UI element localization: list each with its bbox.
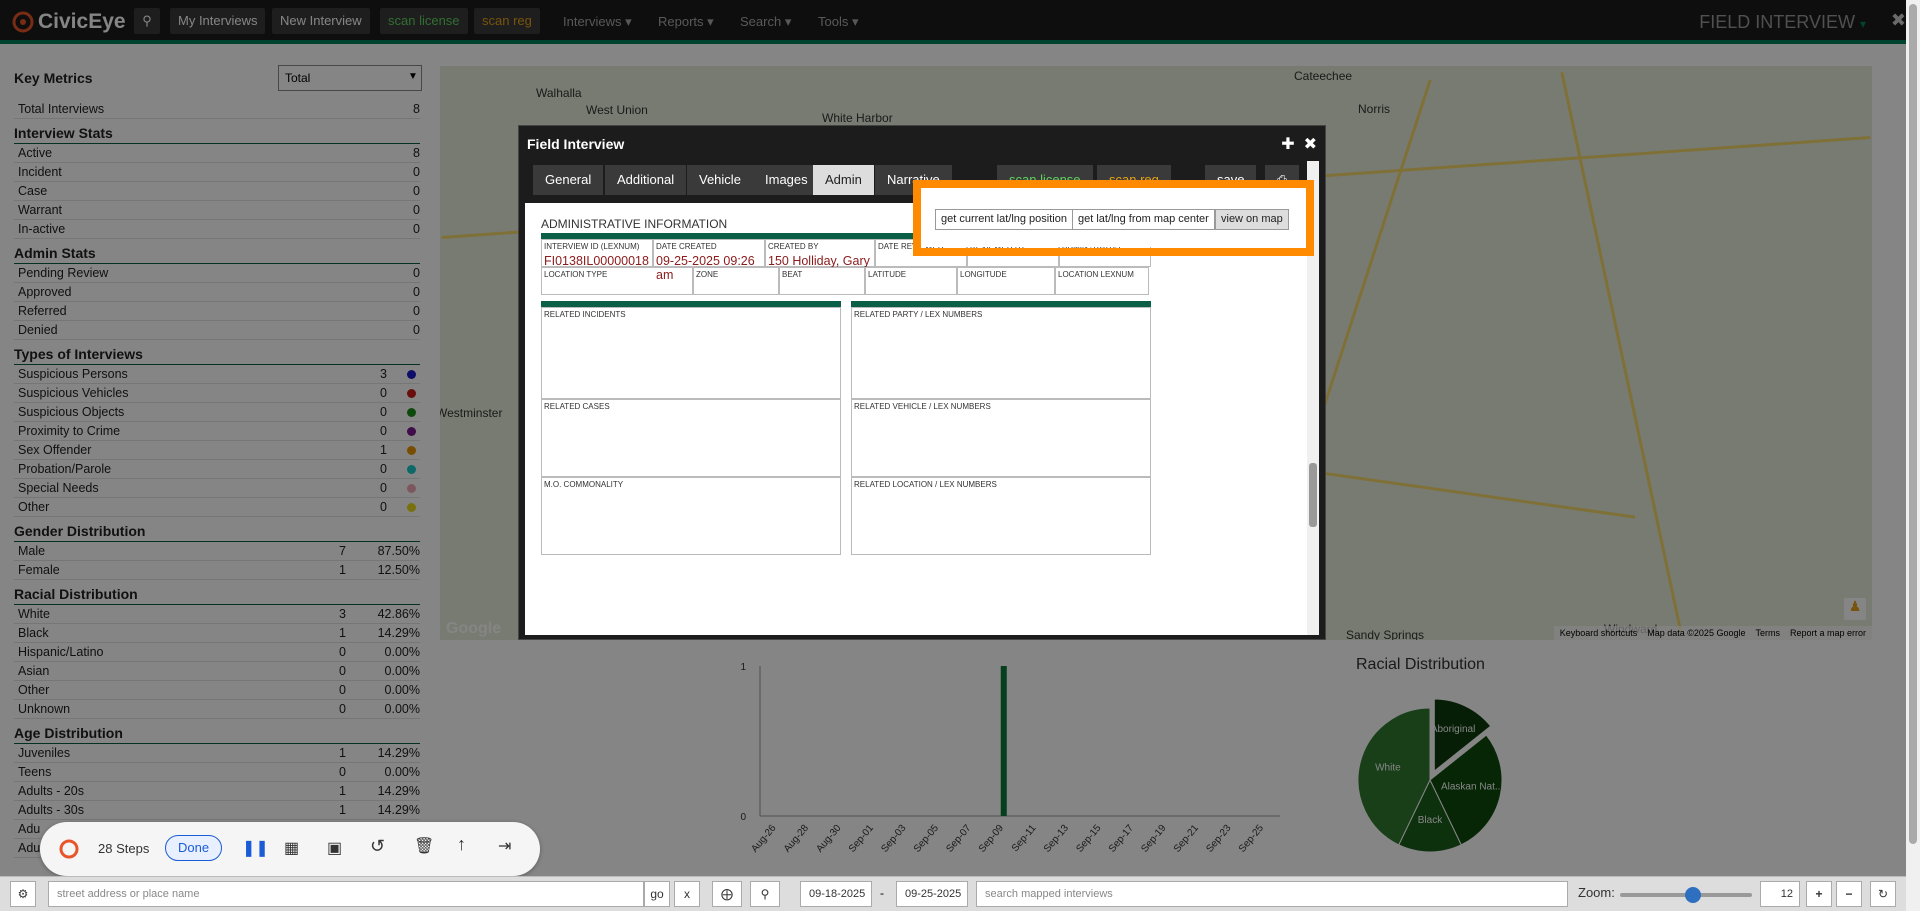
pause-icon[interactable]: ❚❚ [242, 838, 269, 858]
field-label: DATE CREATED [656, 242, 717, 251]
related-box[interactable]: RELATED LOCATION / LEX NUMBERS [851, 477, 1151, 555]
page-scrollbar[interactable] [1906, 0, 1920, 911]
admin-field[interactable]: INTERVIEW ID (LEXNUM) FI0138IL00000018 [541, 239, 653, 268]
field-label: LOCATION LEXNUM [1058, 270, 1134, 279]
plus-icon[interactable]: ✚ [1281, 136, 1294, 153]
zoom-in-button[interactable]: + [1806, 881, 1832, 907]
go-button[interactable]: go [644, 881, 670, 907]
gear-icon[interactable]: ⚙ [10, 881, 36, 907]
dialog-title: Field Interview [527, 136, 625, 152]
location-field[interactable]: LOCATION LEXNUM [1055, 267, 1149, 295]
zoom-slider-thumb[interactable] [1684, 887, 1701, 903]
view-on-map-button[interactable]: view on map [1215, 209, 1289, 230]
image-icon[interactable]: ▣ [327, 838, 342, 858]
recorder-logo-icon [59, 839, 79, 859]
section-title: ADMINISTRATIVE INFORMATION [541, 217, 728, 231]
tab-admin[interactable]: Admin [813, 165, 874, 195]
date-from-input[interactable]: 09-18-2025 [800, 881, 872, 907]
field-value: 150 Holliday, Gary [768, 254, 870, 268]
related-box[interactable]: RELATED INCIDENTS [541, 307, 841, 399]
tab-general[interactable]: General [533, 165, 604, 195]
step-recorder-bar: 28 Steps Done ❚❚ ▦ ▣ ↺ 🗑 ↑ ⇥ [40, 822, 540, 876]
tab-vehicle[interactable]: Vehicle [687, 165, 753, 195]
related-box[interactable]: RELATED CASES [541, 399, 841, 477]
zoom-value[interactable]: 12 [1760, 881, 1800, 907]
trash-icon[interactable]: 🗑 [414, 836, 434, 856]
field-label: BEAT [782, 270, 803, 279]
zoom-slider[interactable] [1620, 887, 1752, 903]
zoom-out-button[interactable]: − [1836, 881, 1862, 907]
bottom-toolbar: ⚙ street address or place name go x ⨁ ⚲ … [0, 876, 1920, 911]
related-box[interactable]: M.O. COMMONALITY [541, 477, 841, 555]
search-interviews-input[interactable]: search mapped interviews [976, 881, 1568, 907]
field-label: LONGITUDE [960, 270, 1007, 279]
date-separator: - [880, 886, 884, 900]
location-field[interactable]: LOCATION TYPE [541, 267, 693, 295]
zoom-label: Zoom: [1578, 885, 1615, 900]
admin-field[interactable]: CREATED BY 150 Holliday, Gary [765, 239, 875, 268]
date-to-input[interactable]: 09-25-2025 [896, 881, 968, 907]
field-label: LOCATION TYPE [544, 270, 608, 279]
field-label: INTERVIEW ID (LEXNUM) [544, 242, 640, 251]
field-label: CREATED BY [768, 242, 819, 251]
location-field[interactable]: LONGITUDE [957, 267, 1055, 295]
field-value: FI0138IL00000018 [544, 254, 649, 268]
skip-icon[interactable]: ⇥ [498, 836, 511, 856]
refresh-icon[interactable]: ↻ [1870, 881, 1896, 907]
scrollbar-thumb[interactable] [1309, 463, 1317, 527]
undo-icon[interactable]: ↺ [370, 836, 385, 857]
page-scrollbar-thumb[interactable] [1909, 4, 1917, 844]
blur-icon[interactable]: ▦ [284, 838, 299, 858]
get-latlng-map-center-button[interactable]: get lat/lng from map center [1072, 209, 1215, 230]
share-icon[interactable]: ↑ [457, 834, 466, 855]
field-label: ZONE [696, 270, 719, 279]
location-field[interactable]: BEAT [779, 267, 865, 295]
dialog-controls: ✚ ✖ [1281, 134, 1317, 154]
get-current-latlng-button[interactable]: get current lat/lng position [935, 209, 1073, 230]
clear-button[interactable]: x [674, 881, 700, 907]
crosshair-icon[interactable]: ⨁ [712, 881, 742, 907]
location-field[interactable]: LATITUDE [865, 267, 957, 295]
related-box[interactable]: RELATED PARTY / LEX NUMBERS [851, 307, 1151, 399]
location-pin-icon[interactable]: ⚲ [750, 881, 780, 907]
tab-additional[interactable]: Additional [605, 165, 687, 195]
tab-images[interactable]: Images [753, 165, 820, 195]
admin-field[interactable]: DATE CREATED 09-25-2025 09:26 am [653, 239, 765, 282]
done-button[interactable]: Done [165, 835, 223, 861]
close-icon[interactable]: ✖ [1304, 136, 1317, 153]
address-input[interactable]: street address or place name [48, 881, 644, 907]
steps-count: 28 Steps [98, 841, 150, 856]
related-box[interactable]: RELATED VEHICLE / LEX NUMBERS [851, 399, 1151, 477]
field-label: LATITUDE [868, 270, 907, 279]
location-field[interactable]: ZONE [693, 267, 779, 295]
